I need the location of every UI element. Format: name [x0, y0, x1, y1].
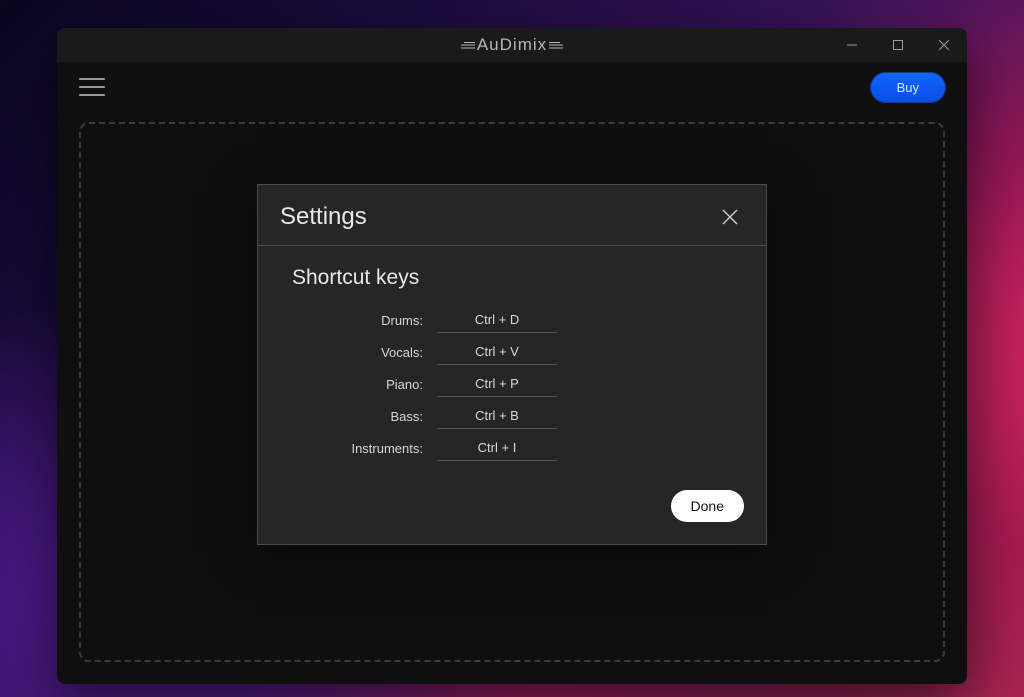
hamburger-menu-button[interactable]: [79, 72, 109, 102]
dialog-close-button[interactable]: [716, 203, 744, 231]
dialog-header: Settings: [258, 185, 766, 246]
app-title: AuDimix: [477, 35, 547, 55]
shortcut-label: Bass:: [292, 409, 437, 424]
hamburger-icon: [79, 78, 105, 80]
close-icon: [939, 40, 949, 50]
shortcut-label: Instruments:: [292, 441, 437, 456]
shortcut-row-vocals: Vocals:: [292, 340, 738, 365]
shortcut-row-instruments: Instruments:: [292, 436, 738, 461]
dialog-title: Settings: [280, 203, 367, 231]
shortcut-label: Drums:: [292, 313, 437, 328]
maximize-icon: [893, 40, 903, 50]
shortcut-row-bass: Bass:: [292, 404, 738, 429]
shortcut-row-piano: Piano:: [292, 372, 738, 397]
shortcut-section-title: Shortcut keys: [292, 266, 738, 290]
logo-wing-right-icon: [549, 40, 563, 50]
dialog-body: Shortcut keys Drums: Vocals: Piano: Bass…: [258, 246, 766, 478]
shortcut-row-drums: Drums:: [292, 308, 738, 333]
shortcut-input-vocals[interactable]: [437, 340, 557, 365]
buy-button[interactable]: Buy: [871, 73, 945, 102]
shortcut-input-bass[interactable]: [437, 404, 557, 429]
window-maximize-button[interactable]: [875, 28, 921, 62]
shortcut-label: Piano:: [292, 377, 437, 392]
done-button[interactable]: Done: [671, 490, 744, 522]
shortcut-input-drums[interactable]: [437, 308, 557, 333]
shortcut-label: Vocals:: [292, 345, 437, 360]
titlebar: AuDimix: [57, 28, 967, 62]
toolbar: Buy: [57, 62, 967, 112]
window-close-button[interactable]: [921, 28, 967, 62]
window-minimize-button[interactable]: [829, 28, 875, 62]
app-window: AuDimix: [57, 28, 967, 684]
shortcut-input-piano[interactable]: [437, 372, 557, 397]
minimize-icon: [847, 40, 857, 50]
close-icon: [722, 209, 738, 225]
dialog-footer: Done: [258, 478, 766, 544]
logo-wing-left-icon: [461, 40, 475, 50]
app-logo: AuDimix: [461, 35, 563, 55]
settings-dialog: Settings Shortcut keys Drums: Vocals: Pi…: [257, 184, 767, 545]
shortcut-input-instruments[interactable]: [437, 436, 557, 461]
